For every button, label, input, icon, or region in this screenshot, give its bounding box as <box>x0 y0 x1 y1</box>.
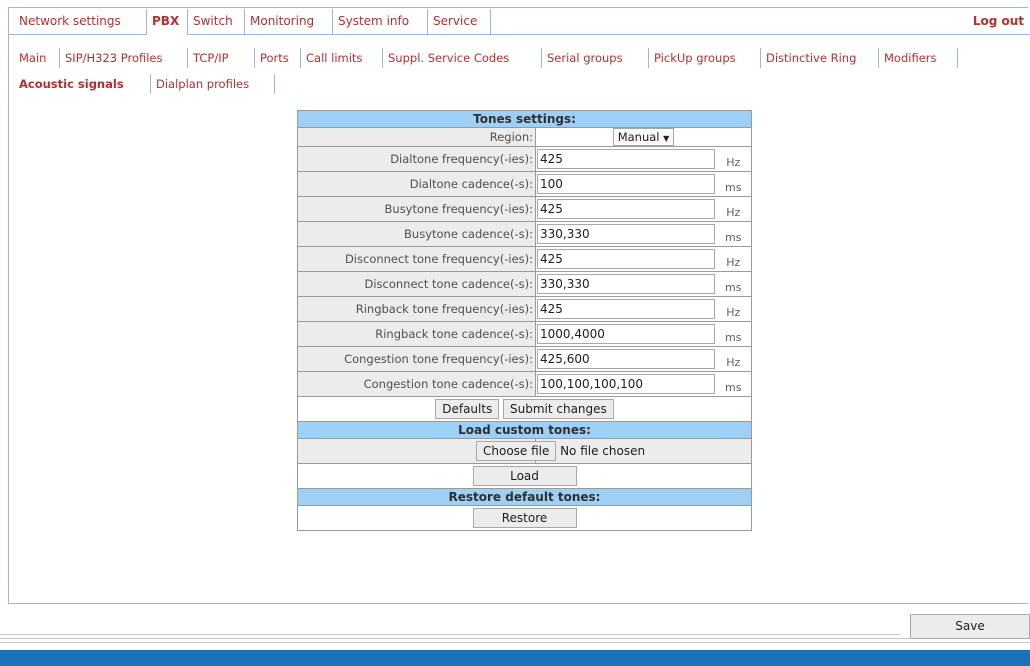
tone-input-cell <box>535 146 716 172</box>
subnav-dialplan-profiles[interactable]: Dialplan profiles <box>151 74 275 94</box>
tone-input[interactable] <box>537 299 715 319</box>
tone-input[interactable] <box>537 224 715 244</box>
tone-input[interactable] <box>537 274 715 294</box>
nav-network-settings[interactable]: Network settings <box>14 9 147 34</box>
tone-input-cell <box>535 271 716 297</box>
nav-system-info[interactable]: System info <box>333 9 428 34</box>
region-label: Region: <box>297 127 536 147</box>
tone-row: Dialtone frequency(-ies): Hz <box>297 146 752 172</box>
tone-input-cell <box>535 246 716 272</box>
region-select[interactable]: Manual ▼ <box>612 128 675 146</box>
tone-label: Dialtone frequency(-ies): <box>297 146 536 172</box>
tone-unit: ms <box>715 221 752 247</box>
tone-label: Ringback tone cadence(-s): <box>297 321 536 347</box>
tone-unit: ms <box>715 171 752 197</box>
chevron-down-icon: ▼ <box>663 134 670 143</box>
subnav-serial-groups[interactable]: Serial groups <box>542 48 649 68</box>
tone-input[interactable] <box>537 149 715 169</box>
subnav-call-limits[interactable]: Call limits <box>301 48 383 68</box>
tone-unit: Hz <box>715 246 752 272</box>
nav-service[interactable]: Service <box>428 9 491 34</box>
choose-file-button[interactable]: Choose file <box>476 441 557 461</box>
tone-label: Busytone frequency(-ies): <box>297 196 536 222</box>
subnav-main[interactable]: Main <box>14 48 60 68</box>
subnav-ports[interactable]: Ports <box>255 48 301 68</box>
tone-unit: Hz <box>715 346 752 372</box>
tone-label: Dialtone cadence(-s): <box>297 171 536 197</box>
tone-label: Disconnect tone cadence(-s): <box>297 271 536 297</box>
subnav-pickup-groups[interactable]: PickUp groups <box>649 48 761 68</box>
tone-input[interactable] <box>537 199 715 219</box>
tone-row: Disconnect tone frequency(-ies): Hz <box>297 246 752 272</box>
tone-row: Ringback tone frequency(-ies): Hz <box>297 296 752 322</box>
tone-input-cell <box>535 321 716 347</box>
tone-row: Congestion tone frequency(-ies): Hz <box>297 346 752 372</box>
no-file-chosen-text: No file chosen <box>560 444 646 458</box>
tone-label: Ringback tone frequency(-ies): <box>297 296 536 322</box>
tone-input[interactable] <box>537 349 715 369</box>
tone-label: Disconnect tone frequency(-ies): <box>297 246 536 272</box>
tone-row: Busytone cadence(-s): ms <box>297 221 752 247</box>
tones-settings-header: Tones settings: <box>297 110 752 128</box>
tone-input-cell <box>535 171 716 197</box>
tone-input[interactable] <box>537 174 715 194</box>
tone-row: Dialtone cadence(-s): ms <box>297 171 752 197</box>
tone-label: Congestion tone frequency(-ies): <box>297 346 536 372</box>
nav-switch[interactable]: Switch <box>188 9 245 34</box>
nav-monitoring[interactable]: Monitoring <box>245 9 333 34</box>
footer-bar <box>0 650 1030 666</box>
tone-unit: Hz <box>715 146 752 172</box>
load-button[interactable]: Load <box>472 466 577 486</box>
tone-unit: Hz <box>715 196 752 222</box>
subnav-suppl-service-codes[interactable]: Suppl. Service Codes <box>383 48 542 68</box>
submit-changes-button[interactable]: Submit changes <box>502 399 614 419</box>
tone-row: Busytone frequency(-ies): Hz <box>297 196 752 222</box>
logout-link[interactable]: Log out <box>973 9 1024 34</box>
tone-input-cell <box>535 296 716 322</box>
subnav-modifiers[interactable]: Modifiers <box>879 48 958 68</box>
tone-input[interactable] <box>537 249 715 269</box>
tone-input-cell <box>535 196 716 222</box>
subnav-distinctive-ring[interactable]: Distinctive Ring <box>761 48 879 68</box>
tone-input-cell <box>535 346 716 372</box>
restore-default-tones-header: Restore default tones: <box>297 488 752 506</box>
tone-unit: ms <box>715 371 752 397</box>
tone-unit: ms <box>715 271 752 297</box>
tone-unit: ms <box>715 321 752 347</box>
tone-label: Congestion tone cadence(-s): <box>297 371 536 397</box>
footer-lines <box>0 630 1030 650</box>
tone-row: Congestion tone cadence(-s): ms <box>297 371 752 397</box>
tone-input[interactable] <box>537 324 715 344</box>
subnav-acoustic-signals[interactable]: Acoustic signals <box>14 74 151 94</box>
tone-input-cell <box>535 371 716 397</box>
tone-label: Busytone cadence(-s): <box>297 221 536 247</box>
tone-input[interactable] <box>537 374 715 394</box>
tone-unit: Hz <box>715 296 752 322</box>
subnav-tcp-ip[interactable]: TCP/IP <box>188 48 255 68</box>
tone-input-cell <box>535 221 716 247</box>
restore-button[interactable]: Restore <box>472 508 577 528</box>
tone-row: Ringback tone cadence(-s): ms <box>297 321 752 347</box>
tones-settings-table: Tones settings: Region: Manual ▼ Dialton… <box>297 110 752 531</box>
subnav-sip-h323-profiles[interactable]: SIP/H323 Profiles <box>60 48 188 68</box>
defaults-button[interactable]: Defaults <box>435 399 500 419</box>
top-navigation: Network settings PBX Switch Monitoring S… <box>8 9 1030 35</box>
tone-rows: Dialtone frequency(-ies):HzDialtone cade… <box>297 146 752 397</box>
region-select-value: Manual <box>617 130 660 144</box>
tone-row: Disconnect tone cadence(-s): ms <box>297 271 752 297</box>
nav-pbx[interactable]: PBX <box>147 9 188 35</box>
load-custom-tones-header: Load custom tones: <box>297 421 752 439</box>
